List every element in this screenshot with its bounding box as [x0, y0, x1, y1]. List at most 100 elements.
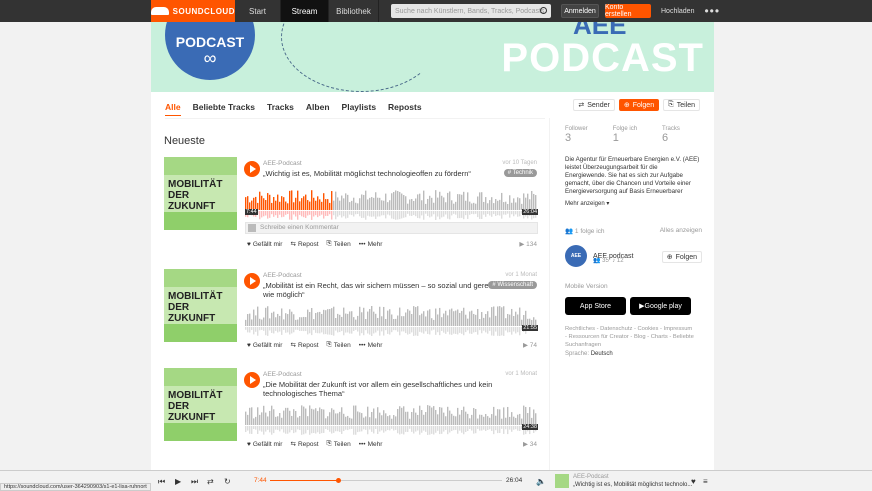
current-time: 7:44	[245, 209, 258, 215]
share-button[interactable]: ⎘ Teilen	[327, 240, 351, 248]
tab-tracks[interactable]: Tracks	[267, 102, 294, 116]
repost-button[interactable]: ⇆ Repost	[290, 440, 318, 449]
share-button[interactable]: ⎘ Teilen	[663, 99, 700, 111]
profile-actions: ⇄ Sender ⊕ Folgen ⎘ Teilen	[573, 99, 700, 111]
app-store-badges: App Store ▶ Google play	[565, 297, 714, 315]
legal-links[interactable]: Rechtliches - Datenschutz - Cookies - Im…	[565, 325, 695, 349]
repost-icon: ⇆	[290, 342, 296, 349]
follow-button[interactable]: ⊕ Folgen	[618, 99, 660, 111]
track-tag[interactable]: # Wissenschaft	[488, 281, 537, 289]
previous-icon[interactable]: ⏮	[158, 477, 165, 487]
search-input[interactable]: Suche nach Künstlern, Bands, Tracks, Pod…	[391, 4, 551, 18]
share-button[interactable]: ⎘ Teilen	[327, 440, 351, 448]
like-button[interactable]: ♥ Gefällt mir	[247, 440, 282, 448]
share-icon: ⎘	[326, 240, 332, 247]
divider	[165, 118, 545, 119]
track-item: MOBILITÄT DER ZUKUNFT AEE-Podcast „Mobil…	[164, 269, 539, 365]
share-icon: ⎘	[668, 101, 674, 108]
track-age: vor 10 Tagen	[502, 160, 537, 166]
progress-handle[interactable]	[336, 478, 341, 483]
like-button[interactable]: ♥ Gefällt mir	[247, 341, 282, 349]
following-label[interactable]: 👥 1 folge ich	[565, 227, 605, 235]
more-button[interactable]: ••• Mehr	[359, 240, 383, 248]
more-icon[interactable]: •••	[704, 0, 720, 22]
show-all-link[interactable]: Alles anzeigen	[660, 227, 702, 235]
queue-icon[interactable]: ≡	[703, 477, 708, 486]
stat-followers[interactable]: Follower 3	[565, 126, 588, 144]
track-tag[interactable]: # Technik	[503, 169, 537, 177]
share-button[interactable]: ⎘ Teilen	[327, 341, 351, 349]
tab-reposts[interactable]: Reposts	[388, 102, 422, 116]
player-duration: 26:04	[506, 477, 523, 484]
comment-input[interactable]: Schreibe einen Kommentar	[245, 222, 538, 234]
track-title[interactable]: „Mobilität ist ein Recht, das wir sicher…	[263, 281, 503, 299]
more-button[interactable]: ••• Mehr	[359, 440, 383, 448]
waveform[interactable]: 24:38	[245, 398, 538, 438]
signup-button[interactable]: Konto erstellen	[605, 4, 651, 18]
waveform[interactable]: 21:55	[245, 299, 538, 339]
like-button[interactable]: ♥ Gefällt mir	[247, 240, 282, 248]
show-more-link[interactable]: Mehr anzeigen ▾	[565, 200, 714, 207]
google-play-badge[interactable]: ▶ Google play	[630, 297, 691, 315]
login-button[interactable]: Anmelden	[561, 4, 599, 18]
nav-stream[interactable]: Stream	[281, 0, 329, 22]
track-user[interactable]: AEE-Podcast	[263, 272, 302, 279]
play-button[interactable]	[244, 273, 260, 289]
search-icon[interactable]	[540, 7, 547, 14]
banner-decoration	[281, 22, 441, 92]
track-title[interactable]: „Wichtig ist es, Mobilität möglichst tec…	[263, 169, 503, 178]
play-icon[interactable]: ▶	[175, 477, 181, 486]
track-artwork[interactable]: MOBILITÄT DER ZUKUNFT	[164, 368, 237, 441]
play-button[interactable]	[244, 372, 260, 388]
track-artwork[interactable]: MOBILITÄT DER ZUKUNFT	[164, 157, 237, 230]
shuffle-icon[interactable]: ⇄	[207, 477, 214, 486]
repost-button[interactable]: ⇆ Repost	[290, 341, 318, 350]
upload-link[interactable]: Hochladen	[661, 0, 694, 22]
heart-icon: ♥	[247, 440, 251, 448]
waveform[interactable]: 7:44 26:04	[245, 183, 538, 223]
tab-playlists[interactable]: Playlists	[342, 102, 377, 116]
track-duration: 26:04	[522, 209, 538, 215]
stat-tracks[interactable]: Tracks 6	[662, 126, 680, 144]
tab-popular[interactable]: Beliebte Tracks	[193, 102, 255, 116]
share-icon: ⎘	[326, 341, 332, 348]
track-artwork[interactable]: MOBILITÄT DER ZUKUNFT	[164, 269, 237, 342]
track-user[interactable]: AEE-Podcast	[263, 160, 302, 167]
app-store-badge[interactable]: App Store	[565, 297, 626, 315]
language-selector[interactable]: Sprache: Deutsch	[565, 351, 714, 357]
banner-title: PODCAST	[501, 36, 704, 80]
section-title: Neueste	[164, 135, 205, 147]
stat-following[interactable]: Folge ich 1	[613, 126, 637, 144]
track-item: MOBILITÄT DER ZUKUNFT AEE-Podcast „Die M…	[164, 368, 539, 464]
station-button[interactable]: ⇄ Sender	[573, 99, 615, 111]
player-info[interactable]: AEE-Podcast „Wichtig ist es, Mobilität mö…	[573, 473, 692, 489]
profile-page: PODCAST ∞ AEE PODCAST Alle Beliebte Track…	[151, 22, 714, 478]
nav-library[interactable]: Bibliothek	[329, 0, 379, 22]
mobile-version-link[interactable]: Mobile Version	[565, 283, 714, 290]
nav-start[interactable]: Start	[235, 0, 281, 22]
repeat-icon[interactable]: ↻	[224, 477, 231, 486]
profile-banner: PODCAST ∞ AEE PODCAST	[151, 22, 714, 92]
avatar[interactable]: AEE PODCAST	[565, 245, 589, 281]
users-icon: 👥	[593, 258, 601, 264]
next-icon[interactable]: ⏭	[191, 477, 198, 487]
heart-icon[interactable]: ♥	[691, 477, 696, 486]
following-header: 👥 1 folge ich Alles anzeigen	[565, 227, 714, 239]
more-button[interactable]: ••• Mehr	[359, 341, 383, 349]
more-icon: •••	[358, 240, 366, 248]
track-title[interactable]: „Die Mobilität der Zukunft ist vor allem…	[263, 380, 503, 398]
station-icon: ⇄	[578, 102, 585, 109]
tab-all[interactable]: Alle	[165, 102, 181, 116]
add-user-icon: ⊕	[623, 102, 630, 109]
play-button[interactable]	[244, 161, 260, 177]
tab-albums[interactable]: Alben	[306, 102, 330, 116]
follow-user-button[interactable]: ⊕ Folgen	[661, 251, 702, 263]
track-duration: 21:55	[522, 325, 538, 331]
volume-icon[interactable]: 🔈	[536, 477, 546, 486]
player-artwork[interactable]	[555, 474, 569, 488]
status-bar-url: https://soundcloud.com/user-364290903/s1…	[0, 483, 151, 491]
repost-button[interactable]: ⇆ Repost	[290, 240, 318, 249]
soundcloud-logo[interactable]: SOUNDCLOUD	[151, 0, 235, 22]
track-user[interactable]: AEE-Podcast	[263, 371, 302, 378]
progress-bar[interactable]	[270, 478, 502, 483]
